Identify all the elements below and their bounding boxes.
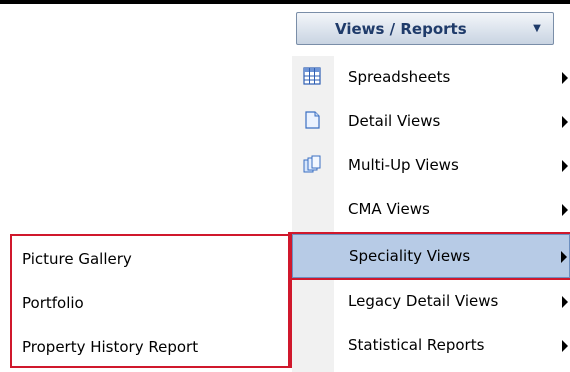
views-reports-label: Views / Reports — [335, 20, 467, 38]
submenu-arrow-icon — [562, 296, 568, 308]
window-top-border — [0, 0, 570, 4]
submenu-arrow-icon — [562, 340, 568, 352]
annotation-highlight-speciality-views — [288, 232, 570, 280]
menu-item-label: Spreadsheets — [348, 68, 451, 86]
menu-item-detail-views[interactable]: Detail Views — [292, 100, 570, 144]
annotation-highlight-connector — [288, 278, 292, 368]
menu-item-cma-views[interactable]: CMA Views — [292, 188, 570, 232]
document-icon — [302, 110, 322, 130]
menu-item-multi-up-views[interactable]: Multi-Up Views — [292, 144, 570, 188]
submenu-arrow-icon — [562, 72, 568, 84]
submenu-arrow-icon — [562, 204, 568, 216]
annotation-highlight-submenu — [10, 234, 292, 368]
views-reports-dropdown-button[interactable]: Views / Reports ▼ — [296, 12, 554, 45]
menu-item-label: Statistical Reports — [348, 336, 485, 354]
menu-item-label: Legacy Detail Views — [348, 292, 499, 310]
menu-item-label: Multi-Up Views — [348, 156, 459, 174]
submenu-arrow-icon — [562, 116, 568, 128]
menu-item-spreadsheets[interactable]: Spreadsheets — [292, 56, 570, 100]
menu-item-label: CMA Views — [348, 200, 430, 218]
dropdown-arrow-icon: ▼ — [533, 23, 541, 34]
menu-item-statistical-reports[interactable]: Statistical Reports — [292, 324, 570, 368]
spreadsheet-icon — [302, 66, 322, 86]
menu-item-legacy-detail-views[interactable]: Legacy Detail Views — [292, 280, 570, 324]
submenu-arrow-icon — [562, 160, 568, 172]
views-reports-menu: Spreadsheets Detail Views Multi-Up Views… — [292, 56, 570, 372]
multi-document-icon — [302, 154, 322, 174]
menu-item-label: Detail Views — [348, 112, 441, 130]
